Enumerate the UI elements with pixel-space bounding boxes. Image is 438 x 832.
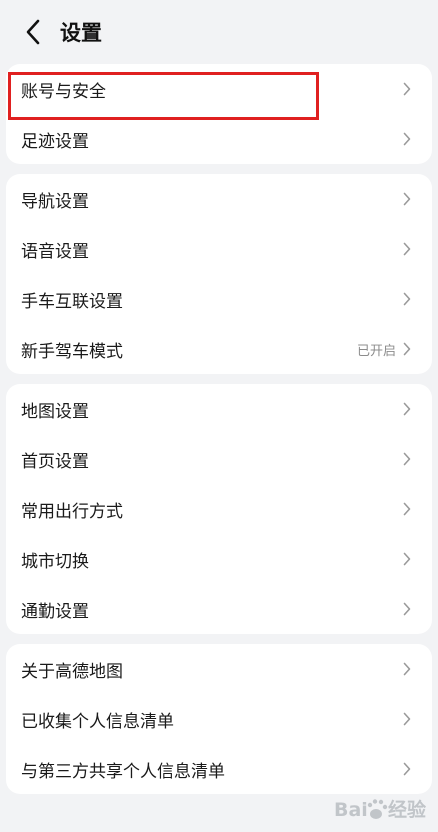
- status-text: 已开启: [356, 343, 396, 359]
- settings-item-label: 足迹设置: [21, 131, 89, 152]
- svg-text:经验: 经验: [388, 798, 427, 821]
- settings-item-label: 地图设置: [21, 401, 89, 422]
- settings-item-label: 与第三方共享个人信息清单: [21, 761, 225, 782]
- chevron-right-icon: [402, 661, 412, 677]
- baidu-watermark-logo: Bai 经验: [334, 798, 427, 821]
- settings-item-label: 手车互联设置: [21, 291, 123, 312]
- settings-item-navigation[interactable]: 导航设置: [6, 174, 432, 224]
- settings-item-homepage[interactable]: 首页设置: [6, 434, 432, 484]
- settings-item-footprint[interactable]: 足迹设置: [6, 114, 432, 164]
- settings-item-label: 关于高德地图: [21, 661, 123, 682]
- chevron-left-icon: [26, 19, 40, 45]
- settings-item-label: 新手驾车模式: [21, 341, 123, 362]
- settings-item-label: 首页设置: [21, 451, 89, 472]
- chevron-right-icon: [402, 711, 412, 727]
- settings-item-novice-driving[interactable]: 新手驾车模式 已开启: [6, 324, 432, 374]
- settings-item-travel-mode[interactable]: 常用出行方式: [6, 484, 432, 534]
- chevron-right-icon: [402, 191, 412, 207]
- chevron-right-icon: [402, 291, 412, 307]
- settings-item-voice[interactable]: 语音设置: [6, 224, 432, 274]
- chevron-right-icon: [402, 501, 412, 517]
- chevron-right-icon: [402, 131, 412, 147]
- settings-item-label: 语音设置: [21, 241, 89, 262]
- settings-item-label: 通勤设置: [21, 601, 89, 622]
- settings-item-phone-car-link[interactable]: 手车互联设置: [6, 274, 432, 324]
- settings-group-account: 账号与安全 足迹设置: [6, 64, 432, 164]
- chevron-right-icon: [402, 341, 412, 357]
- svg-text:Bai: Bai: [334, 799, 368, 821]
- chevron-right-icon: [402, 761, 412, 777]
- settings-item-label: 导航设置: [21, 191, 89, 212]
- settings-item-third-party-sharing[interactable]: 与第三方共享个人信息清单: [6, 744, 432, 794]
- settings-item-label: 已收集个人信息清单: [21, 711, 174, 732]
- chevron-right-icon: [402, 601, 412, 617]
- settings-group-map: 地图设置 首页设置 常用出行方式 城市切换 通勤设置: [6, 384, 432, 634]
- settings-group-about: 关于高德地图 已收集个人信息清单 与第三方共享个人信息清单: [6, 644, 432, 794]
- settings-item-commute[interactable]: 通勤设置: [6, 584, 432, 634]
- settings-item-label: 账号与安全: [21, 81, 106, 102]
- page-title: 设置: [60, 21, 102, 45]
- settings-item-label: 常用出行方式: [21, 501, 123, 522]
- settings-item-label: 城市切换: [21, 551, 89, 572]
- header-bar: 设置: [0, 0, 438, 64]
- settings-item-account-security[interactable]: 账号与安全: [6, 64, 432, 114]
- chevron-right-icon: [402, 401, 412, 417]
- settings-item-city-switch[interactable]: 城市切换: [6, 534, 432, 584]
- chevron-right-icon: [402, 241, 412, 257]
- chevron-right-icon: [402, 451, 412, 467]
- chevron-right-icon: [402, 551, 412, 567]
- settings-item-about[interactable]: 关于高德地图: [6, 644, 432, 694]
- settings-item-map[interactable]: 地图设置: [6, 384, 432, 434]
- settings-item-collected-info[interactable]: 已收集个人信息清单: [6, 694, 432, 744]
- back-button[interactable]: [18, 15, 48, 49]
- chevron-right-icon: [402, 81, 412, 97]
- settings-group-navigation: 导航设置 语音设置 手车互联设置 新手驾车模式 已开启: [6, 174, 432, 374]
